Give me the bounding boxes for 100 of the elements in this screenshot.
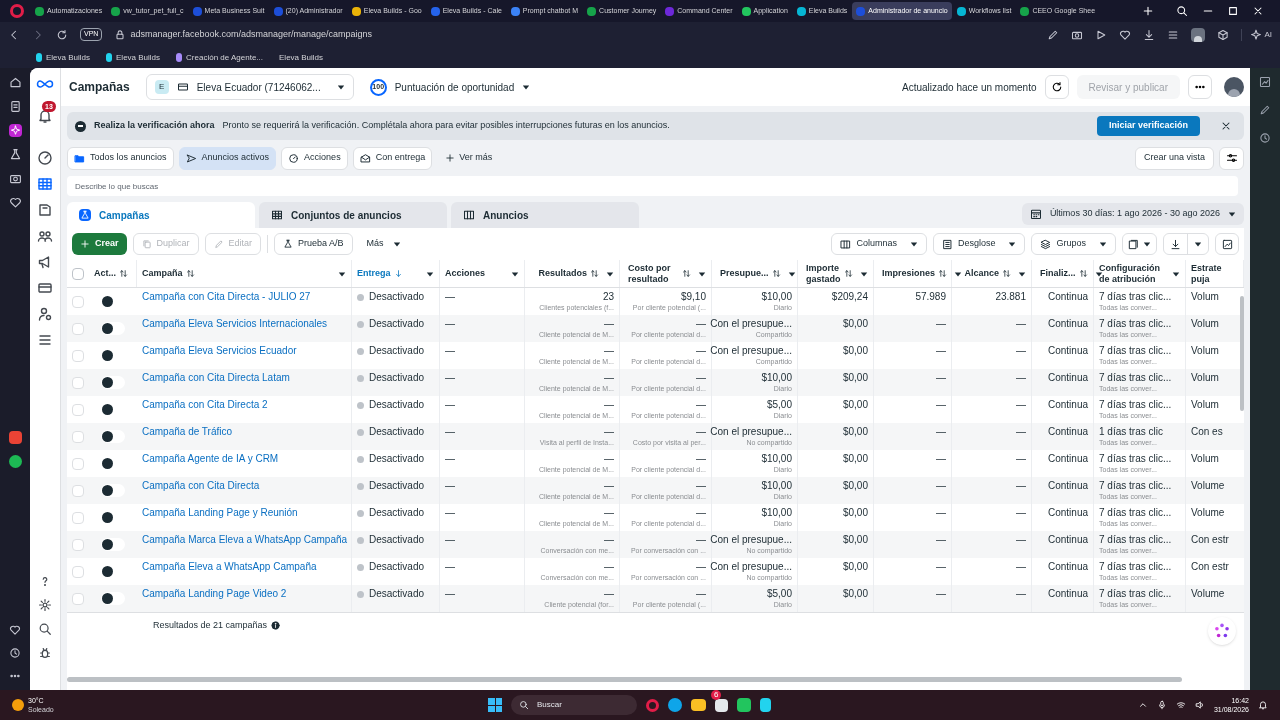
ab-test-button[interactable]: Prueba A/B — [274, 233, 353, 255]
row-checkbox[interactable] — [72, 403, 84, 416]
infinity-logo-icon[interactable] — [36, 78, 54, 90]
heart-icon[interactable] — [1119, 28, 1132, 41]
campaign-name-link[interactable]: Campaña Eleva a WhatsApp Campaña — [142, 561, 317, 573]
toggle-switch[interactable] — [101, 538, 125, 551]
column-header[interactable]: Entrega — [357, 268, 391, 279]
bookmark-item[interactable]: Eleva Builds — [36, 51, 91, 64]
campaign-name-link[interactable]: Campaña Landing Page y Reunión — [142, 507, 298, 519]
heart-icon[interactable] — [8, 196, 22, 209]
settings-icon[interactable] — [38, 598, 52, 612]
caret-icon[interactable] — [606, 269, 614, 278]
see-more-button[interactable]: Ver más — [437, 146, 501, 170]
bookmark-item[interactable]: Eleva Builds — [106, 51, 161, 64]
campaign-name-link[interactable]: Campaña Marca Eleva a WhatsApp Campaña — [142, 534, 348, 546]
camera-icon[interactable] — [8, 172, 22, 185]
toggle-switch[interactable] — [101, 322, 125, 335]
assistant-button[interactable] — [1208, 617, 1236, 645]
campaign-name-link[interactable]: Campaña Eleva Servicios Internacionales — [142, 318, 328, 330]
sort-icon[interactable] — [1002, 269, 1011, 278]
level-tab[interactable]: Campañas — [67, 202, 255, 228]
filter-tab[interactable]: Anuncios activos — [178, 146, 277, 170]
caret-icon[interactable] — [698, 269, 706, 278]
date-range-picker[interactable]: Últimos 30 días: 1 ago 2026 - 30 ago 2026 — [1021, 203, 1244, 225]
toggle-switch[interactable] — [101, 376, 125, 389]
browser-app-icon[interactable] — [668, 698, 682, 712]
campaign-name-link[interactable]: Campaña Eleva Servicios Ecuador — [142, 345, 297, 357]
bookmark-item[interactable]: Creación de Agente... — [176, 51, 263, 64]
more-menu-button[interactable]: Más — [358, 233, 409, 255]
menu-icon[interactable] — [37, 332, 53, 348]
download-icon[interactable] — [1143, 28, 1156, 41]
taskbar-search-field[interactable]: Buscar — [511, 695, 637, 715]
caret-icon[interactable] — [787, 269, 796, 278]
reload-icon[interactable] — [56, 28, 68, 41]
campaign-name-link[interactable]: Campaña de Tráfico — [142, 426, 233, 438]
column-header[interactable]: Estrate puja — [1191, 262, 1238, 285]
customize-button[interactable] — [1219, 146, 1244, 170]
sort-icon[interactable] — [590, 269, 599, 278]
column-header[interactable]: Finaliz... — [1040, 268, 1076, 279]
row-checkbox[interactable] — [72, 430, 84, 443]
sort-icon[interactable] — [185, 269, 195, 278]
home-icon[interactable] — [8, 76, 22, 89]
url-field[interactable]: adsmanager.facebook.com/adsmanager/manage/campaigns — [130, 27, 373, 42]
chevron-up-icon[interactable] — [1137, 700, 1148, 710]
ai-button[interactable]: AI — [1241, 28, 1272, 41]
refresh-button[interactable] — [1044, 75, 1069, 99]
bookmark-item[interactable]: Eleva Builds — [279, 51, 324, 64]
row-checkbox[interactable] — [72, 565, 84, 578]
volume-icon[interactable] — [1194, 700, 1205, 710]
campaign-name-link[interactable]: Campaña con Cita Directa — [142, 480, 260, 492]
column-header[interactable]: Importe gastado — [806, 262, 841, 285]
column-header[interactable]: Acciones — [445, 268, 486, 279]
caret-icon[interactable] — [338, 269, 346, 278]
search-field[interactable]: Describe lo que buscas — [67, 176, 1238, 196]
column-header[interactable]: Alcance — [964, 268, 999, 279]
wifi-icon[interactable] — [1175, 700, 1186, 710]
notes-app-icon[interactable] — [760, 698, 771, 712]
sort-icon[interactable] — [1078, 269, 1088, 278]
sort-icon[interactable] — [938, 269, 948, 278]
maximize-icon[interactable] — [1227, 5, 1239, 17]
row-checkbox[interactable] — [72, 457, 84, 470]
pencil-icon[interactable] — [1047, 28, 1060, 41]
column-header[interactable]: Act... — [94, 268, 116, 279]
column-header[interactable]: Presupue... — [720, 268, 769, 279]
flask-icon[interactable] — [8, 148, 22, 161]
sort-icon[interactable] — [844, 269, 853, 278]
search-icon[interactable] — [38, 622, 52, 636]
toggle-switch[interactable] — [101, 592, 125, 605]
folder-app-icon[interactable] — [691, 699, 706, 711]
groups-button[interactable]: Grupos — [1031, 233, 1116, 255]
menu-icon[interactable] — [1167, 28, 1180, 41]
microphone-icon[interactable] — [1156, 700, 1167, 710]
caret-icon[interactable] — [954, 269, 963, 278]
row-checkbox[interactable] — [72, 376, 84, 389]
caret-icon[interactable] — [860, 269, 868, 278]
heart-icon[interactable] — [9, 624, 21, 636]
toggle-switch[interactable] — [101, 484, 125, 497]
campaign-name-link[interactable]: Campaña Agente de IA y CRM — [142, 453, 279, 465]
row-checkbox[interactable] — [72, 322, 84, 335]
column-header[interactable]: Resultados — [538, 268, 587, 279]
person-icon[interactable] — [37, 306, 53, 322]
clock-icon[interactable] — [1259, 132, 1271, 144]
row-checkbox[interactable] — [72, 592, 84, 605]
start-verification-button[interactable]: Iniciar verificación — [1096, 116, 1200, 136]
chart-button[interactable] — [1215, 233, 1239, 255]
chart-icon[interactable] — [1259, 76, 1271, 88]
sort-icon[interactable] — [771, 269, 781, 278]
row-checkbox[interactable] — [72, 295, 84, 308]
column-header[interactable]: Costo por resultado — [628, 262, 679, 285]
store-app-icon[interactable] — [715, 698, 728, 712]
create-view-button[interactable]: Crear una vista — [1134, 146, 1214, 170]
row-checkbox[interactable] — [72, 484, 84, 497]
filter-tab[interactable]: Con entrega — [352, 146, 433, 170]
sort-icon[interactable] — [682, 269, 691, 278]
level-tab[interactable]: Conjuntos de anuncios — [259, 202, 447, 228]
create-button[interactable]: Crear — [72, 233, 127, 255]
select-all-checkbox[interactable] — [72, 267, 84, 280]
table-icon[interactable] — [37, 176, 53, 192]
vertical-scrollbar[interactable] — [1240, 296, 1244, 411]
profile-avatar[interactable] — [1191, 27, 1206, 42]
